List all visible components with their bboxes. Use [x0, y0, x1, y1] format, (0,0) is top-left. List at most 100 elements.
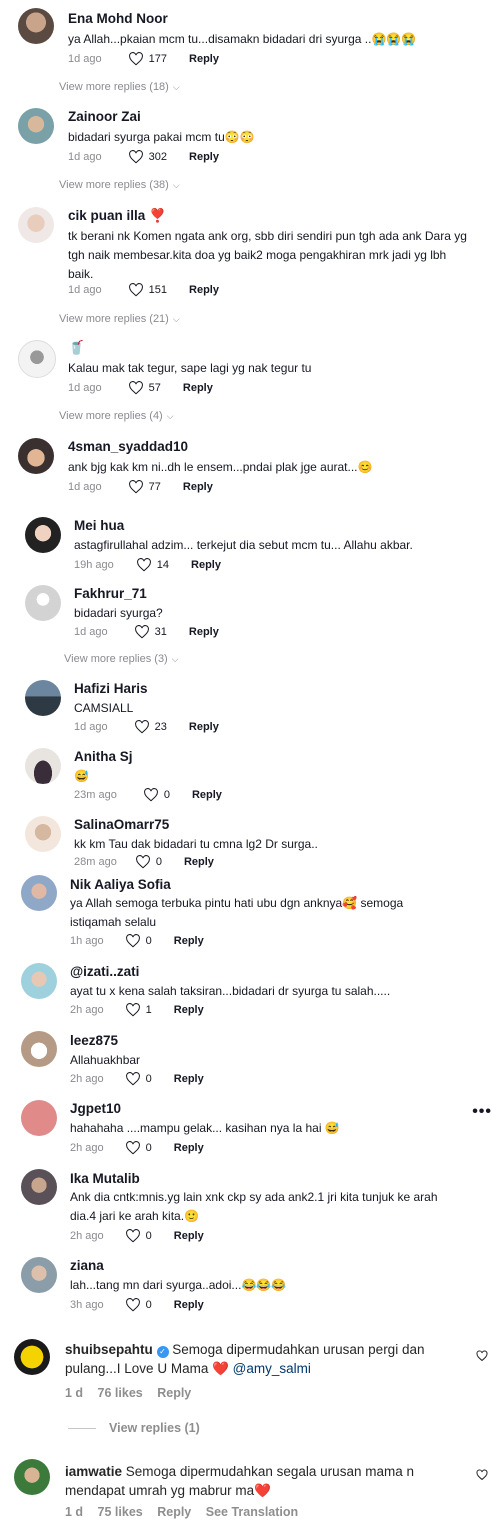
avatar[interactable]	[25, 816, 61, 852]
comment-username[interactable]: Fakhrur_71	[74, 586, 147, 601]
mention-link[interactable]: @amy_salmi	[233, 1361, 311, 1376]
view-more-replies[interactable]: View more replies (21) ⌵	[59, 313, 180, 325]
comment-meta: 19h ago 14 Reply	[74, 558, 221, 572]
avatar[interactable]	[21, 1169, 57, 1205]
avatar[interactable]	[21, 1031, 57, 1067]
comment-meta: 2h ago 1 Reply	[70, 1003, 204, 1017]
avatar[interactable]	[18, 340, 56, 378]
comment-username[interactable]: Hafizi Haris	[74, 681, 148, 696]
avatar[interactable]	[21, 1100, 57, 1136]
timestamp: 1d ago	[68, 382, 102, 394]
like-heart-icon[interactable]	[125, 1229, 141, 1243]
avatar[interactable]	[25, 680, 61, 716]
timestamp: 1d ago	[74, 626, 108, 638]
avatar[interactable]	[25, 517, 61, 553]
timestamp: 2h ago	[70, 1004, 104, 1016]
like-heart-icon[interactable]	[128, 480, 144, 494]
comment-username[interactable]: Jgpet10	[70, 1101, 121, 1116]
like-heart-icon[interactable]	[134, 625, 150, 639]
like-heart-icon[interactable]	[125, 934, 141, 948]
avatar[interactable]	[21, 1257, 57, 1293]
like-heart-icon[interactable]	[128, 52, 144, 66]
view-more-replies[interactable]: View more replies (38) ⌵	[59, 179, 180, 191]
like-count[interactable]: 75 likes	[98, 1505, 143, 1519]
ig-username[interactable]: iamwatie	[65, 1464, 122, 1479]
emoji: 😅	[324, 1121, 340, 1135]
reply-button[interactable]: Reply	[183, 481, 213, 493]
view-more-replies[interactable]: View more replies (18) ⌵	[59, 81, 180, 93]
reply-button[interactable]: Reply	[191, 559, 221, 571]
avatar[interactable]	[18, 438, 54, 474]
timestamp: 1d ago	[74, 721, 108, 733]
reply-button[interactable]: Reply	[189, 151, 219, 163]
comment-username[interactable]: Zainoor Zai	[68, 109, 141, 124]
reply-button[interactable]: Reply	[174, 1142, 204, 1154]
reply-button[interactable]: Reply	[174, 1299, 204, 1311]
like-heart-icon[interactable]	[134, 720, 150, 734]
comment-username[interactable]: leez875	[70, 1033, 118, 1048]
reply-button[interactable]: Reply	[189, 53, 219, 65]
comment-username[interactable]: Ena Mohd Noor	[68, 11, 168, 26]
reply-button[interactable]: Reply	[189, 626, 219, 638]
comment-meta: 1d ago 57 Reply	[68, 381, 213, 395]
comment-username[interactable]: ziana	[70, 1258, 104, 1273]
comment-username[interactable]: Nik Aaliya Sofia	[70, 877, 171, 892]
like-heart-icon[interactable]	[128, 283, 144, 297]
like-heart-icon[interactable]	[136, 558, 152, 572]
reply-button[interactable]: Reply	[174, 1230, 204, 1242]
reply-button[interactable]: Reply	[189, 284, 219, 296]
view-more-replies[interactable]: View more replies (3) ⌵	[64, 653, 179, 665]
reply-button[interactable]: Reply	[189, 721, 219, 733]
comment-username[interactable]: Mei hua	[74, 518, 124, 533]
comment-username[interactable]: cik puan illa ❣️	[68, 208, 166, 224]
ig-comment-text: iamwatie Semoga dipermudahkan segala uru…	[65, 1464, 414, 1498]
avatar[interactable]	[25, 585, 61, 621]
avatar[interactable]	[18, 8, 54, 44]
avatar[interactable]	[18, 108, 54, 144]
view-replies[interactable]: View replies (1)	[68, 1421, 200, 1435]
like-count[interactable]: 76 likes	[98, 1386, 143, 1400]
view-more-replies[interactable]: View more replies (4) ⌵	[59, 410, 174, 422]
timestamp: 23m ago	[74, 789, 117, 801]
comment-meta: 1d ago 23 Reply	[74, 720, 219, 734]
like-heart-icon[interactable]	[125, 1072, 141, 1086]
like-heart-icon[interactable]	[125, 1003, 141, 1017]
verified-badge-icon: ✓	[156, 1346, 169, 1358]
reply-button[interactable]: Reply	[174, 1004, 204, 1016]
like-count: 151	[148, 284, 168, 296]
see-translation-button[interactable]: See Translation	[206, 1505, 298, 1519]
comment-username[interactable]: Anitha Sj	[74, 749, 133, 764]
more-options-icon[interactable]: •••	[472, 1103, 492, 1121]
like-heart-icon[interactable]	[128, 381, 144, 395]
reply-button[interactable]: Reply	[174, 1073, 204, 1085]
like-heart-icon[interactable]	[476, 1469, 488, 1481]
avatar[interactable]	[25, 748, 61, 784]
like-heart-icon[interactable]	[143, 788, 159, 802]
like-heart-icon[interactable]	[476, 1350, 488, 1362]
comment-username[interactable]: 🥤	[68, 340, 85, 356]
comment-text: Ank dia cntk:mnis.yg lain xnk ckp sy ada…	[70, 1190, 438, 1223]
like-heart-icon[interactable]	[128, 150, 144, 164]
comment-meta: 1d ago 302 Reply	[68, 150, 219, 164]
ig-username[interactable]: shuibsepahtu	[65, 1342, 153, 1357]
avatar[interactable]	[21, 963, 57, 999]
comment-username[interactable]: Ika Mutalib	[70, 1171, 140, 1186]
reply-button[interactable]: Reply	[184, 856, 214, 868]
reply-button[interactable]: Reply	[183, 382, 213, 394]
avatar[interactable]	[21, 875, 57, 911]
emoji: 😭😭😭	[371, 32, 417, 46]
like-heart-icon[interactable]	[125, 1298, 141, 1312]
avatar[interactable]	[14, 1339, 50, 1375]
like-heart-icon[interactable]	[125, 1141, 141, 1155]
like-heart-icon[interactable]	[135, 855, 151, 869]
reply-button[interactable]: Reply	[174, 935, 204, 947]
comment-username[interactable]: SalinaOmarr75	[74, 817, 169, 832]
avatar[interactable]	[14, 1459, 50, 1495]
reply-button[interactable]: Reply	[157, 1505, 191, 1519]
avatar[interactable]	[18, 207, 54, 243]
comment-username[interactable]: @izati..zati	[70, 964, 139, 979]
reply-button[interactable]: Reply	[157, 1386, 191, 1400]
reply-button[interactable]: Reply	[192, 789, 222, 801]
ig-comment-text: shuibsepahtu ✓ Semoga dipermudahkan urus…	[65, 1342, 425, 1376]
comment-username[interactable]: 4sman_syaddad10	[68, 439, 188, 454]
